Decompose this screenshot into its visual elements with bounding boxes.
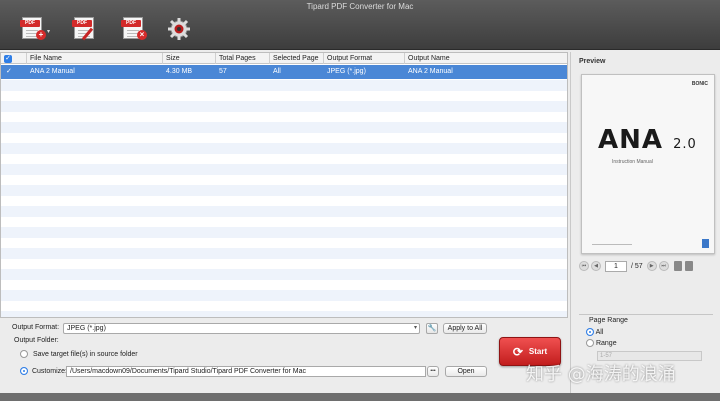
open-folder-button[interactable]: Open [445,366,487,377]
toolbar: Tipard PDF Converter for Mac PDF + ▾ PDF… [0,0,720,50]
column-size[interactable]: Size [163,53,216,64]
customize-option[interactable]: Customize: [20,367,67,375]
select-all-checkbox[interactable]: ✓ [1,53,27,64]
chevron-down-icon: ▾ [413,325,417,331]
page-total: / 57 [631,262,643,270]
list-header: ✓ File Name Size Total Pages Selected Pa… [1,53,567,64]
edit-pdf-icon: PDF [72,17,98,41]
empty-row [1,90,567,101]
empty-row [1,206,567,217]
window-title: Tipard PDF Converter for Mac [306,2,414,11]
prev-page-button[interactable]: ◀ [591,261,601,271]
empty-row [1,80,567,91]
browse-button[interactable]: ••• [427,366,439,377]
cell-size: 4.30 MB [166,68,193,75]
output-folder-label: Output Folder: [14,337,59,344]
cell-output-format: JPEG (*.jpg) [327,68,366,75]
radio-all[interactable] [586,328,594,336]
page-number-input[interactable]: 1 [605,260,627,272]
output-path-field[interactable]: /Users/macdown09/Documents/Tipard Studio… [66,366,426,377]
empty-row [1,122,567,133]
range-all-option[interactable]: All [586,328,603,336]
empty-row [1,258,567,269]
column-output-name[interactable]: Output Name [405,53,567,64]
remove-pdf-button[interactable]: PDF × [119,14,149,44]
empty-row [1,101,567,112]
empty-row [1,227,567,238]
apply-to-all-button[interactable]: Apply to All [443,323,487,334]
add-dropdown-icon[interactable]: ▾ [47,28,50,35]
empty-row [1,185,567,196]
empty-row [1,143,567,154]
preferences-button[interactable] [165,14,193,44]
empty-row [1,248,567,259]
snapshot-icon[interactable] [684,261,693,271]
cell-selected-page: All [273,68,281,75]
file-list[interactable]: ✓ File Name Size Total Pages Selected Pa… [0,52,568,318]
empty-row [1,164,567,175]
edit-pdf-button[interactable]: PDF [70,14,100,44]
output-settings: Output Format: JPEG (*.jpg) ▾ 🔧 Apply to … [0,320,568,401]
document-subtitle: Instruction Manual [612,159,653,165]
last-page-button[interactable]: ⏭ [658,261,669,271]
radio-range[interactable] [586,339,594,347]
page-navigator: ⏮ ◀ 1 / 57 ▶ ⏭ [579,260,713,272]
output-format-select[interactable]: JPEG (*.jpg) ▾ [63,323,420,334]
document-title: ANA 2.0 [598,125,697,155]
empty-row [1,279,567,290]
preview-pane: Preview BONIC ANA 2.0 Instruction Manual… [570,52,720,401]
column-output-format[interactable]: Output Format [324,53,405,64]
range-custom-option[interactable]: Range [586,339,617,347]
empty-row [1,216,567,227]
column-total-pages[interactable]: Total Pages [216,53,270,64]
radio-save-source[interactable] [20,350,28,358]
empty-row [1,174,567,185]
app-window: Tipard PDF Converter for Mac PDF + ▾ PDF… [0,0,720,401]
row-checkbox[interactable]: ✓ [3,65,12,79]
empty-row [1,153,567,164]
empty-row [1,300,567,311]
column-file-name[interactable]: File Name [27,53,163,64]
radio-customize[interactable] [20,367,28,375]
table-row[interactable]: ✓ ANA 2 Manual 4.30 MB 57 All JPEG (*.jp… [1,65,567,79]
add-pdf-icon: PDF + [20,17,46,41]
status-bar [0,393,720,401]
empty-row [1,237,567,248]
next-page-button[interactable]: ▶ [646,261,657,271]
add-pdf-button[interactable]: PDF + [16,14,50,44]
empty-row [1,111,567,122]
empty-row [1,290,567,301]
column-selected-page[interactable]: Selected Page [270,53,324,64]
preview-thumbnail: BONIC ANA 2.0 Instruction Manual [581,74,715,254]
gear-icon [168,18,190,40]
empty-row [1,269,567,280]
brand-logo: BONIC [691,81,708,87]
document-icon[interactable] [673,261,682,271]
remove-pdf-icon: PDF × [121,17,147,41]
empty-row [1,311,567,317]
output-format-label: Output Format: [12,324,60,331]
cell-total-pages: 57 [219,68,227,75]
watermark: 知乎 @海涛的浪涌 [526,364,676,385]
cell-file-name: ANA 2 Manual [30,68,75,75]
empty-row [1,195,567,206]
refresh-icon: ⟳ [512,344,523,359]
first-page-button[interactable]: ⏮ [579,261,589,271]
page-range-title: Page Range [589,317,628,324]
preview-label: Preview [579,58,606,65]
cell-output-name: ANA 2 Manual [408,68,453,75]
save-source-option[interactable]: Save target file(s) in source folder [20,350,138,358]
settings-wrench-button[interactable]: 🔧 [426,323,438,334]
empty-row [1,132,567,143]
